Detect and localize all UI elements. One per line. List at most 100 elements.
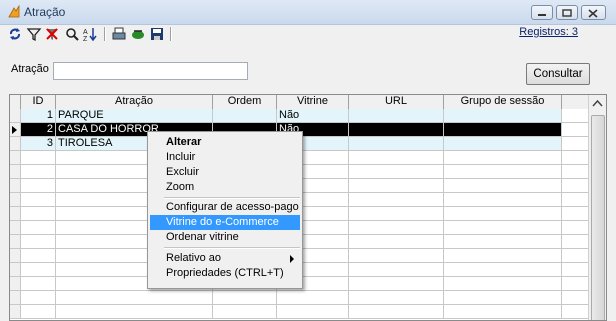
empty-cell: [10, 165, 21, 179]
empty-cell: [444, 235, 562, 249]
current-row-arrow-icon: [12, 126, 17, 134]
context-menu: Alterar Incluir Excluir Zoom Configurar …: [147, 131, 303, 289]
menu-item-propriedades[interactable]: Propriedades (CTRL+T): [150, 266, 300, 281]
svg-text:Z: Z: [83, 36, 88, 42]
empty-cell: [562, 221, 590, 235]
consultar-button[interactable]: Consultar: [526, 63, 590, 85]
table-row[interactable]: 1 PARQUE Não: [10, 109, 590, 123]
data-grid: ID Atração Ordem Vitrine URL Grupo de se…: [9, 94, 607, 321]
header-id[interactable]: ID: [21, 95, 56, 109]
empty-cell: [21, 291, 56, 305]
empty-cell: [21, 249, 56, 263]
empty-cell: [562, 277, 590, 291]
empty-cell: [444, 165, 562, 179]
menu-item-incluir[interactable]: Incluir: [150, 150, 300, 165]
app-icon: [8, 5, 20, 18]
empty-cell: [444, 277, 562, 291]
empty-cell: [562, 165, 590, 179]
cell-id: 1: [21, 109, 56, 123]
close-button[interactable]: [581, 5, 606, 20]
row-indicator: [10, 137, 21, 151]
app-window: Atração AZ Registros: 3 Atração Consulta…: [0, 0, 616, 321]
empty-cell: [213, 305, 277, 319]
cell-ordem: [213, 109, 277, 123]
header-url[interactable]: URL: [349, 95, 444, 109]
menu-item-configurar-acesso-pago[interactable]: Configurar de acesso-pago: [150, 200, 300, 215]
empty-cell: [444, 263, 562, 277]
search-icon[interactable]: [64, 26, 80, 42]
empty-cell: [349, 207, 444, 221]
minimize-button[interactable]: [531, 5, 553, 20]
cell-empty: [562, 109, 590, 123]
empty-cell: [21, 207, 56, 221]
empty-cell: [56, 305, 213, 319]
submenu-arrow-icon: [290, 255, 294, 263]
title-bar: Atração: [0, 0, 616, 25]
empty-cell: [21, 179, 56, 193]
empty-cell: [444, 179, 562, 193]
empty-cell: [349, 165, 444, 179]
clear-filter-icon[interactable]: [44, 26, 60, 42]
cell-grupo: [444, 123, 562, 137]
empty-cell: [444, 249, 562, 263]
restore-icon: [562, 9, 572, 17]
empty-cell: [10, 221, 21, 235]
header-ordem[interactable]: Ordem: [213, 95, 277, 109]
save-icon[interactable]: [149, 26, 165, 42]
empty-cell: [562, 291, 590, 305]
empty-cell: [10, 207, 21, 221]
filter-icon[interactable]: [26, 26, 42, 42]
empty-cell: [349, 305, 444, 319]
menu-item-relativo-ao-label: Relativo ao: [166, 252, 222, 264]
scroll-thumb[interactable]: [591, 115, 605, 320]
menu-separator: [164, 247, 300, 249]
window-title: Atração: [24, 5, 66, 19]
atracao-input[interactable]: [53, 62, 248, 80]
toolbar-separator: [104, 27, 106, 41]
menu-separator: [164, 197, 300, 199]
maximize-button[interactable]: [556, 5, 578, 20]
empty-cell: [349, 235, 444, 249]
cell-grupo: [444, 109, 562, 123]
print-icon[interactable]: [111, 26, 127, 42]
empty-cell: [10, 193, 21, 207]
cell-atracao: PARQUE: [56, 109, 213, 123]
menu-item-alterar[interactable]: Alterar: [150, 135, 300, 150]
toolbar-separator: [170, 27, 172, 41]
empty-cell: [213, 291, 277, 305]
empty-cell: [21, 221, 56, 235]
empty-cell: [444, 151, 562, 165]
empty-cell: [444, 193, 562, 207]
empty-cell: [349, 151, 444, 165]
refresh-icon[interactable]: [7, 26, 23, 42]
menu-item-excluir[interactable]: Excluir: [150, 165, 300, 180]
empty-cell: [10, 305, 21, 319]
empty-cell: [10, 179, 21, 193]
header-grupo-sessao[interactable]: Grupo de sessão: [444, 95, 562, 109]
atracao-label: Atração: [11, 63, 49, 75]
empty-cell: [562, 263, 590, 277]
header-vitrine[interactable]: Vitrine: [277, 95, 349, 109]
empty-cell: [562, 235, 590, 249]
empty-cell: [10, 249, 21, 263]
menu-item-zoom[interactable]: Zoom: [150, 180, 300, 195]
vertical-scrollbar[interactable]: [588, 95, 606, 320]
empty-cell: [10, 263, 21, 277]
menu-item-relativo-ao[interactable]: Relativo ao: [150, 251, 300, 266]
cell-id: 3: [21, 137, 56, 151]
registros-link[interactable]: Registros: 3: [519, 26, 578, 38]
empty-cell: [349, 291, 444, 305]
grid-header: ID Atração Ordem Vitrine URL Grupo de se…: [10, 95, 590, 110]
cell-url: [349, 109, 444, 123]
empty-cell: [444, 221, 562, 235]
export-icon[interactable]: [130, 26, 146, 42]
header-atracao[interactable]: Atração: [56, 95, 213, 109]
empty-cell: [21, 165, 56, 179]
scroll-up-icon[interactable]: [590, 97, 605, 111]
menu-item-vitrine-ecommerce[interactable]: Vitrine do e-Commerce: [150, 215, 300, 230]
menu-item-ordenar-vitrine[interactable]: Ordenar vitrine: [150, 230, 300, 245]
sort-icon[interactable]: AZ: [82, 26, 98, 42]
empty-cell: [444, 291, 562, 305]
empty-cell: [10, 151, 21, 165]
empty-cell: [21, 193, 56, 207]
